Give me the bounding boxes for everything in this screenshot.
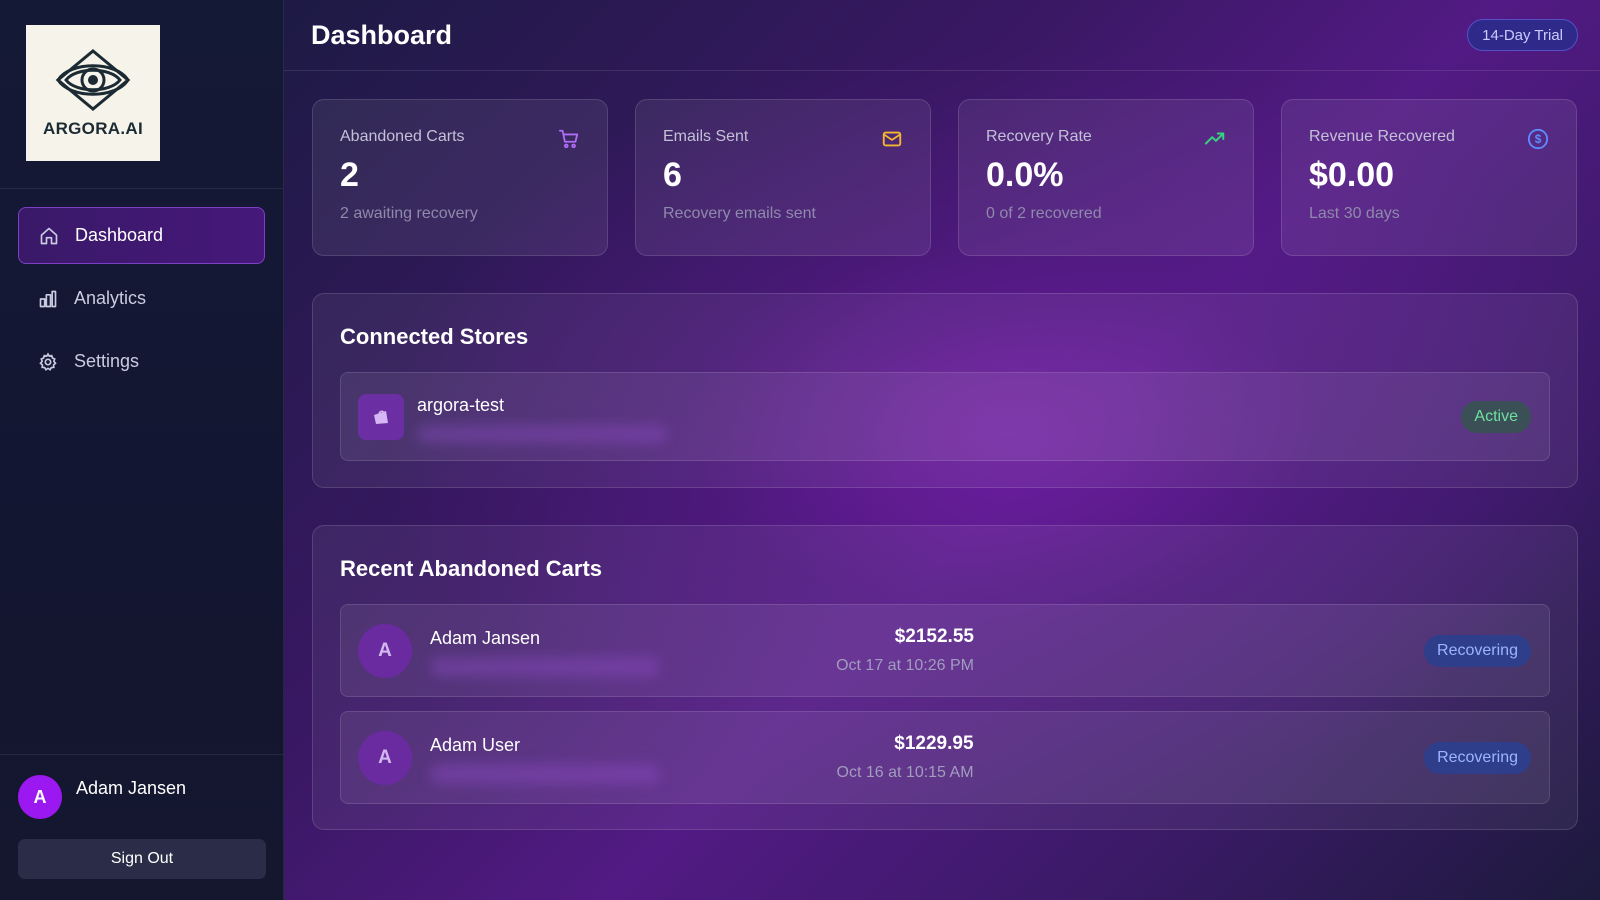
cart-amount-block: $2152.55 Oct 17 at 10:26 PM: [836, 626, 974, 675]
stat-sub: Recovery emails sent: [663, 205, 816, 222]
cart-date: Oct 16 at 10:15 AM: [836, 764, 974, 781]
svg-text:$: $: [1535, 132, 1542, 146]
recent-carts-panel: Recent Abandoned Carts A Adam Jansen $21…: [312, 525, 1578, 830]
customer-avatar: A: [358, 730, 412, 785]
stat-label: Recovery Rate: [986, 128, 1092, 145]
dollar-icon: $: [1527, 128, 1549, 150]
redacted-customer-email: [430, 657, 660, 677]
status-badge: Recovering: [1424, 634, 1531, 667]
sidebar-item-label: Settings: [74, 351, 140, 371]
cart-date: Oct 17 at 10:26 PM: [836, 657, 974, 674]
connected-stores-panel: Connected Stores argora-test Active: [312, 293, 1578, 488]
customer-name: Adam User: [430, 735, 521, 755]
stats-row: Abandoned Carts 2 2 awaiting recovery Em…: [284, 71, 1600, 256]
sidebar: ARGORA.AI Dashboard Analytics Settings A…: [0, 0, 284, 900]
stat-value: $0.00: [1309, 156, 1395, 194]
stat-label: Revenue Recovered: [1309, 128, 1455, 145]
store-name: argora-test: [417, 395, 505, 415]
cart-row[interactable]: A Adam User $1229.95 Oct 16 at 10:15 AM …: [340, 711, 1550, 804]
sidebar-item-label: Dashboard: [75, 225, 164, 245]
panel-title: Recent Abandoned Carts: [340, 556, 603, 581]
stat-value: 6: [663, 156, 682, 194]
stat-value: 2: [340, 156, 359, 194]
stat-card-recovery-rate: Recovery Rate 0.0% 0 of 2 recovered: [958, 99, 1254, 256]
stat-sub: 0 of 2 recovered: [986, 205, 1102, 222]
status-badge: Active: [1461, 400, 1531, 433]
avatar[interactable]: A: [18, 775, 62, 819]
redacted-store-detail: [417, 425, 667, 443]
user-row: A Adam Jansen: [18, 775, 265, 819]
sidebar-item-label: Analytics: [74, 288, 147, 308]
stat-sub: Last 30 days: [1309, 205, 1400, 222]
stat-value: 0.0%: [986, 156, 1064, 194]
sidebar-nav: Dashboard Analytics Settings: [0, 189, 283, 390]
main-content: Dashboard 14-Day Trial Abandoned Carts 2…: [284, 0, 1600, 900]
cart-icon: [558, 128, 580, 150]
sidebar-item-dashboard[interactable]: Dashboard: [18, 207, 265, 264]
cart-row[interactable]: A Adam Jansen $2152.55 Oct 17 at 10:26 P…: [340, 604, 1550, 697]
status-badge: Recovering: [1424, 741, 1531, 774]
logo-text: ARGORA.AI: [43, 119, 143, 138]
mail-icon: [881, 128, 903, 150]
store-row[interactable]: argora-test Active: [340, 372, 1550, 461]
header: Dashboard 14-Day Trial: [284, 0, 1600, 71]
stat-sub: 2 awaiting recovery: [340, 205, 478, 222]
panel-title: Connected Stores: [340, 324, 529, 349]
stat-card-abandoned-carts: Abandoned Carts 2 2 awaiting recovery: [312, 99, 608, 256]
cart-amount-block: $1229.95 Oct 16 at 10:15 AM: [837, 733, 974, 782]
trending-up-icon: [1204, 128, 1226, 150]
user-block: A Adam Jansen Sign Out: [0, 754, 283, 900]
customer-avatar: A: [358, 623, 412, 678]
sidebar-item-settings[interactable]: Settings: [18, 333, 265, 390]
eye-logo-icon: [55, 49, 131, 111]
shopify-bag-icon: [358, 393, 404, 440]
customer-name: Adam Jansen: [430, 628, 541, 648]
stat-label: Abandoned Carts: [340, 128, 465, 145]
cart-amount: $2152.55: [894, 626, 974, 647]
stat-label: Emails Sent: [663, 128, 749, 145]
logo-area: ARGORA.AI: [0, 0, 283, 189]
redacted-customer-email: [430, 764, 660, 784]
page-title: Dashboard: [311, 19, 453, 50]
sidebar-item-analytics[interactable]: Analytics: [18, 270, 265, 327]
app-root: ARGORA.AI Dashboard Analytics Settings A…: [0, 0, 1600, 900]
trial-badge[interactable]: 14-Day Trial: [1467, 19, 1578, 51]
cart-amount: $1229.95: [894, 733, 974, 754]
sign-out-button[interactable]: Sign Out: [18, 839, 266, 879]
home-icon: [39, 226, 59, 246]
bar-chart-icon: [38, 289, 58, 309]
stat-card-revenue-recovered: Revenue Recovered $0.00 Last 30 days $: [1281, 99, 1577, 256]
argora-logo[interactable]: ARGORA.AI: [26, 25, 160, 161]
user-name: Adam Jansen: [76, 778, 187, 798]
gear-icon: [38, 352, 58, 372]
stat-card-emails-sent: Emails Sent 6 Recovery emails sent: [635, 99, 931, 256]
